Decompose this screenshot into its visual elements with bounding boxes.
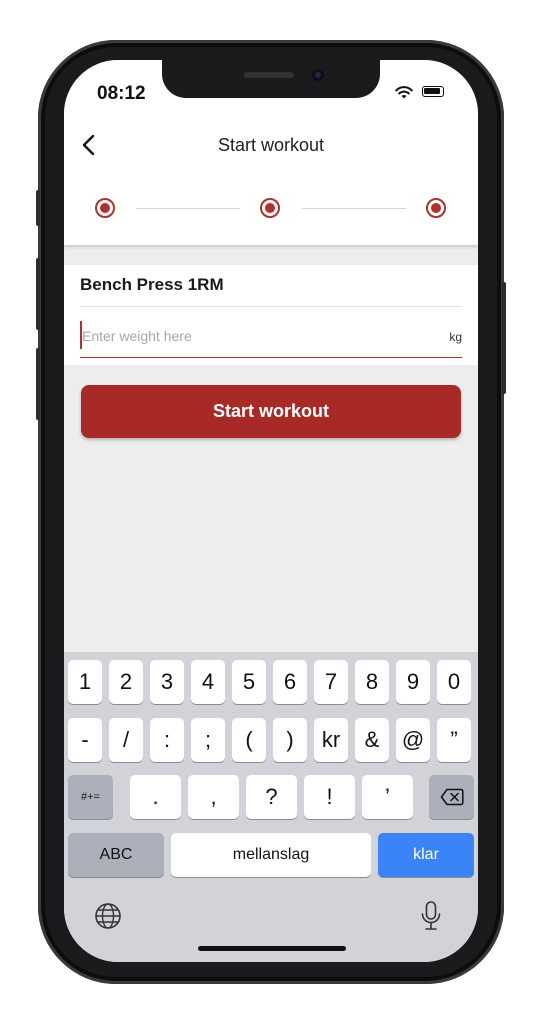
backspace-icon	[440, 788, 464, 806]
key[interactable]: .	[130, 775, 181, 819]
key[interactable]: 7	[314, 660, 348, 704]
speaker	[244, 72, 294, 78]
status-time: 08:12	[97, 83, 146, 104]
key[interactable]: @	[396, 718, 430, 762]
return-key[interactable]: klar	[378, 833, 474, 877]
key[interactable]: 5	[232, 660, 266, 704]
keyboard: 1 2 3 4 5 6 7 8 9 0 - / : ; ( ) kr & @ ”…	[64, 652, 478, 962]
step-indicator-2	[260, 198, 280, 218]
side-button-volume-up	[36, 258, 40, 330]
home-indicator	[198, 946, 346, 951]
key[interactable]: 4	[191, 660, 225, 704]
input-underline	[80, 357, 462, 358]
abc-key[interactable]: ABC	[68, 833, 164, 877]
start-workout-button[interactable]: Start workout	[81, 385, 461, 438]
step-connector-2	[302, 208, 406, 209]
key[interactable]: (	[232, 718, 266, 762]
key[interactable]: ?	[246, 775, 297, 819]
status-bar: 08:12	[64, 60, 478, 120]
key[interactable]: kr	[314, 718, 348, 762]
wifi-icon	[395, 86, 413, 99]
delete-key[interactable]	[429, 775, 474, 819]
notch	[162, 60, 380, 98]
page-title: Start workout	[217, 135, 325, 155]
key[interactable]: -	[68, 718, 102, 762]
side-button-power	[502, 282, 506, 394]
key[interactable]: &	[355, 718, 389, 762]
side-button-silent	[36, 190, 40, 226]
battery-icon	[422, 86, 444, 97]
globe-icon[interactable]	[94, 902, 122, 930]
key[interactable]: 8	[355, 660, 389, 704]
exercise-name: Bench Press 1RM	[80, 275, 224, 294]
microphone-icon[interactable]	[420, 900, 442, 932]
key[interactable]: ’	[362, 775, 413, 819]
step-indicator-3	[426, 198, 446, 218]
header: Start workout	[64, 120, 478, 245]
text-cursor	[80, 321, 82, 349]
step-indicator-1	[95, 198, 115, 218]
card-divider	[80, 306, 462, 307]
symbols-key[interactable]: #+=	[68, 775, 113, 819]
exercise-card: Bench Press 1RM kg	[64, 265, 478, 365]
key[interactable]: 2	[109, 660, 143, 704]
key[interactable]: ,	[188, 775, 239, 819]
key[interactable]: ”	[437, 718, 471, 762]
front-camera	[312, 69, 324, 81]
key[interactable]: 9	[396, 660, 430, 704]
key[interactable]: 1	[68, 660, 102, 704]
key[interactable]: ;	[191, 718, 225, 762]
space-key[interactable]: mellanslag	[171, 833, 371, 877]
key[interactable]: )	[273, 718, 307, 762]
screen: 08:12 Start workout Bench Press 1RM kg S…	[64, 60, 478, 962]
key[interactable]: 0	[437, 660, 471, 704]
key[interactable]: 3	[150, 660, 184, 704]
key[interactable]: !	[304, 775, 355, 819]
key[interactable]: :	[150, 718, 184, 762]
weight-input[interactable]	[80, 323, 454, 349]
key[interactable]: 6	[273, 660, 307, 704]
side-button-volume-down	[36, 348, 40, 420]
weight-unit: kg	[449, 330, 462, 344]
step-connector-1	[136, 208, 240, 209]
key[interactable]: /	[109, 718, 143, 762]
